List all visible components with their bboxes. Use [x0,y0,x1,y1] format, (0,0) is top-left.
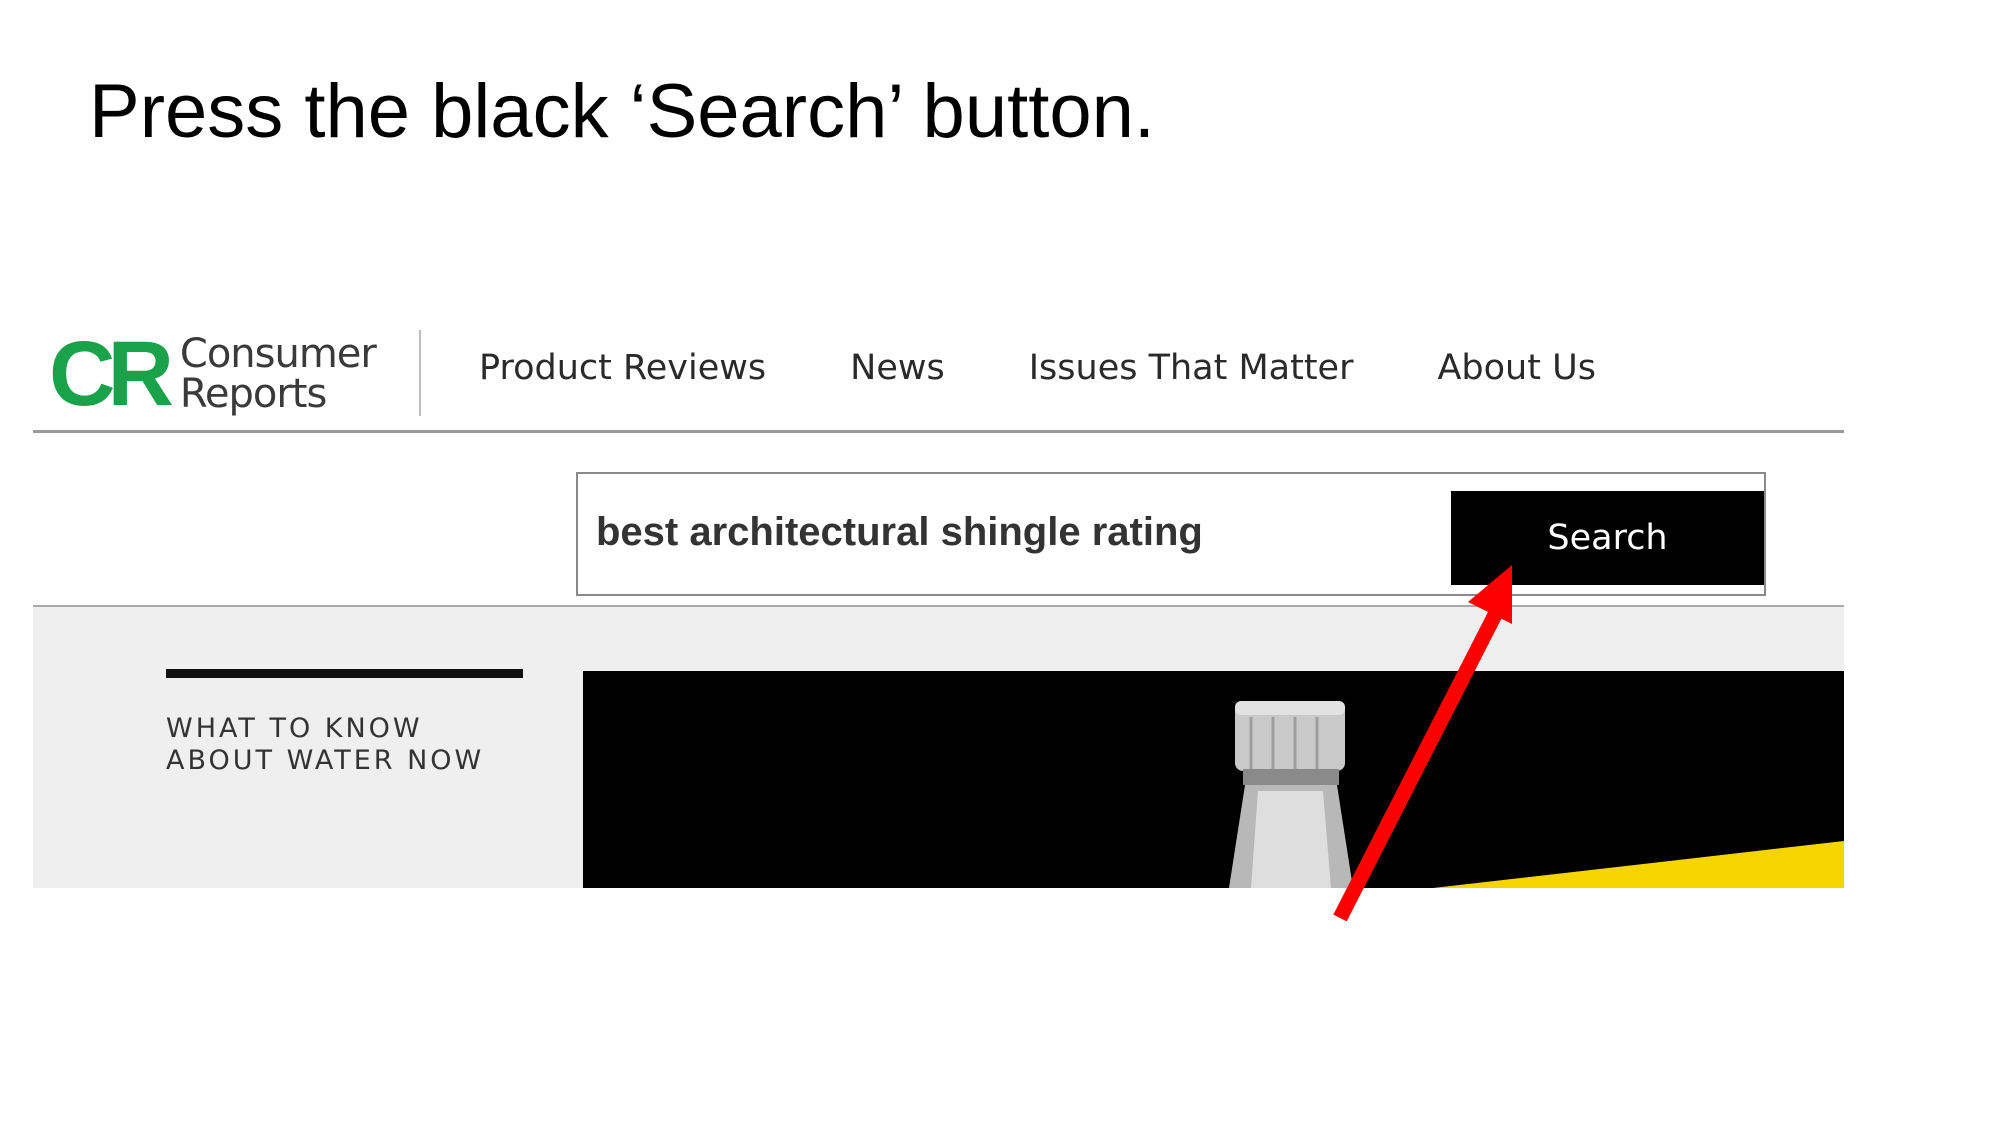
water-bottle-illustration [583,671,1844,888]
site-header: CR Consumer Reports Product Reviews News… [33,318,1844,433]
header-divider [419,330,421,416]
nav-item-issues-that-matter[interactable]: Issues That Matter [1029,348,1354,388]
nav-item-news[interactable]: News [850,348,945,388]
logo-word-1: Consumer [179,331,377,377]
tutorial-slide: Press the black ‘Search’ button. CR Cons… [0,0,2000,1126]
feature-rule [166,669,523,678]
water-bottle-image[interactable] [583,671,1844,888]
cr-logo-mark: CR [49,323,174,425]
logo-wordmark: Consumer Reports [179,331,377,417]
logo-word-2: Reports [179,371,327,417]
main-nav: Product Reviews News Issues That Matter … [479,318,1680,418]
search-box: Search [576,472,1766,596]
search-row: Search [33,433,1844,607]
search-input[interactable] [596,496,1416,568]
feature-banner: WHAT TO KNOW ABOUT WATER NOW [33,607,1844,888]
search-button[interactable]: Search [1451,491,1764,585]
instruction-text: Press the black ‘Search’ button. [89,69,1155,154]
consumer-reports-logo[interactable]: CR Consumer Reports [49,323,377,425]
feature-headline[interactable]: WHAT TO KNOW ABOUT WATER NOW [166,713,526,777]
nav-item-about-us[interactable]: About Us [1437,348,1595,388]
nav-item-product-reviews[interactable]: Product Reviews [479,348,766,388]
website-screenshot: CR Consumer Reports Product Reviews News… [33,318,1844,888]
